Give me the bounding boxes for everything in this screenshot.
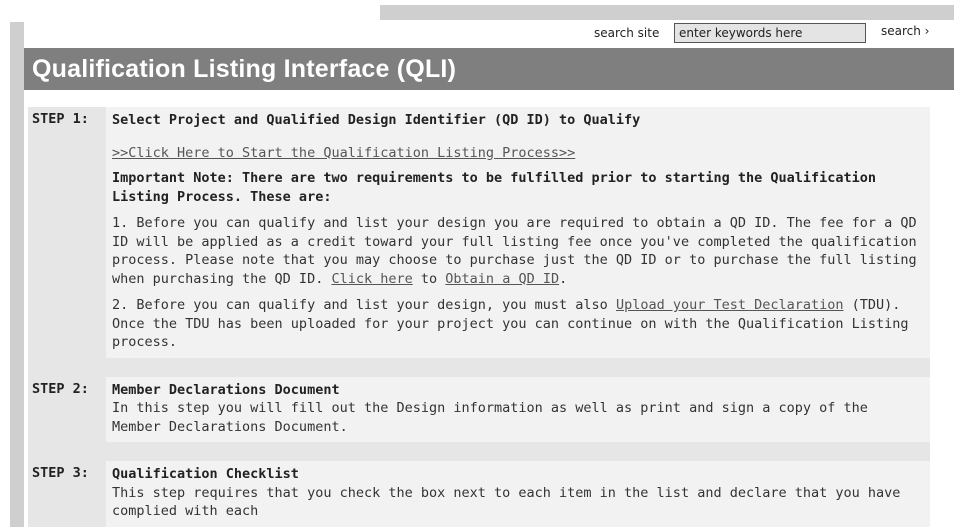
step-content: Qualification Checklist This step requir… xyxy=(106,461,930,527)
click-here-link[interactable]: Click here xyxy=(331,271,412,287)
requirement-2: 2. Before you can qualify and list your … xyxy=(112,297,909,350)
requirement-1: 1. Before you can qualify and list your … xyxy=(112,215,917,287)
step-label: STEP 3: xyxy=(32,465,89,481)
step-row-1: STEP 1: Select Project and Qualified Des… xyxy=(28,107,930,358)
search-label: search site xyxy=(594,26,660,40)
step-content: Select Project and Qualified Design Iden… xyxy=(106,107,930,358)
browser-top-area xyxy=(0,0,954,22)
left-edge xyxy=(0,0,10,527)
step-heading: Qualification Checklist xyxy=(112,466,299,482)
search-input[interactable] xyxy=(674,23,866,43)
search-button[interactable]: search › xyxy=(881,24,929,38)
search-bar: search site search › xyxy=(24,20,954,48)
step-text: This step requires that you check the bo… xyxy=(112,484,901,520)
important-note: Important Note: There are two requiremen… xyxy=(112,170,877,205)
step-row-2: STEP 2: Member Declarations Document In … xyxy=(28,376,930,442)
page-title: Qualification Listing Interface (QLI) xyxy=(32,55,457,83)
step-heading: Member Declarations Document xyxy=(112,381,340,398)
start-listing-link[interactable]: >>Click Here to Start the Qualification … xyxy=(112,145,575,161)
step-text: In this step you will fill out the Desig… xyxy=(112,400,868,435)
title-bar: Qualification Listing Interface (QLI) xyxy=(24,48,954,90)
row-divider xyxy=(28,442,930,461)
step-row-3: STEP 3: Qualification Checklist This ste… xyxy=(28,461,930,527)
step-label: STEP 2: xyxy=(32,380,89,397)
step-heading: Select Project and Qualified Design Iden… xyxy=(112,112,641,128)
obtain-qdid-link[interactable]: Obtain a QD ID xyxy=(445,271,559,287)
step-content: Member Declarations Document In this ste… xyxy=(106,376,930,442)
step-label: STEP 1: xyxy=(32,111,89,127)
row-divider xyxy=(28,357,930,377)
steps-table: STEP 1: Select Project and Qualified Des… xyxy=(28,107,930,527)
upload-test-declaration-link[interactable]: Upload your Test Declaration xyxy=(616,297,844,313)
